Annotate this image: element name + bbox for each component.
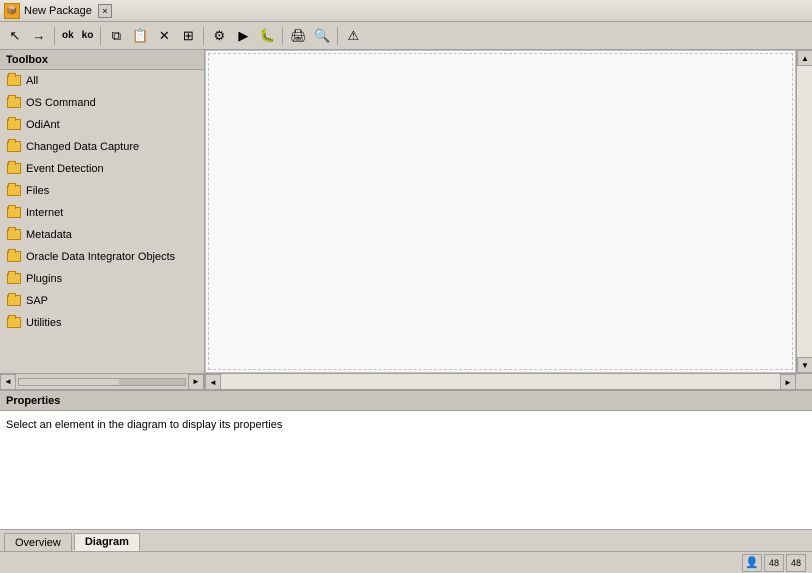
toolbox-panel: Toolbox All OS Command [0, 50, 205, 389]
toolbox-list: All OS Command OdiAnt [0, 70, 204, 373]
internet-folder-icon [6, 205, 22, 221]
toolbar-separator-1 [54, 27, 55, 45]
toolbox-item-oracle-label: Oracle Data Integrator Objects [26, 251, 175, 263]
toolbox-scroll-right[interactable]: ► [188, 374, 204, 390]
toolbar-separator-5 [337, 27, 338, 45]
toolbox-header: Toolbox [0, 50, 204, 70]
toolbox-scroll-left[interactable]: ◄ [0, 374, 16, 390]
toolbar-separator-2 [100, 27, 101, 45]
tab-overview[interactable]: Overview [4, 533, 72, 551]
run-button[interactable]: ▶ [232, 25, 254, 47]
status-icon-48b: 48 [786, 554, 806, 572]
vscroll-track [797, 66, 812, 357]
toolbox-item-odiant-label: OdiAnt [26, 119, 60, 131]
debug-button[interactable]: 🐛 [256, 25, 278, 47]
arrow-tool-button[interactable]: → [28, 25, 50, 47]
os-command-folder-icon [6, 95, 22, 111]
utilities-folder-icon [6, 315, 22, 331]
toolbox-item-sap[interactable]: SAP [0, 290, 204, 312]
files-folder-icon [6, 183, 22, 199]
toolbox-item-sap-label: SAP [26, 295, 48, 307]
toolbar-separator-4 [282, 27, 283, 45]
zoom-button[interactable]: 🔍 [311, 25, 333, 47]
vscroll-up-button[interactable]: ▲ [797, 50, 812, 66]
content-area: Toolbox All OS Command [0, 50, 812, 389]
odiant-folder-icon [6, 117, 22, 133]
toolbox-item-oracle-data-integrator-objects[interactable]: Oracle Data Integrator Objects [0, 246, 204, 268]
properties-content: Select an element in the diagram to disp… [0, 411, 812, 529]
toolbox-item-plugins[interactable]: Plugins [0, 268, 204, 290]
copy-button[interactable]: ⧉ [105, 25, 127, 47]
tab-overview-label: Overview [15, 537, 61, 549]
app-body: Toolbox All OS Command [0, 50, 812, 573]
scrollbar-corner [796, 374, 812, 389]
canvas-dashed-border [208, 53, 793, 370]
toolbox-item-files[interactable]: Files [0, 180, 204, 202]
cursor-tool-button[interactable]: ↖ [4, 25, 26, 47]
canvas-vscrollbar: ▲ ▼ [796, 50, 812, 373]
hscroll-track [221, 374, 780, 389]
ko-button[interactable]: ko [79, 25, 97, 47]
toolbox-hscrollbar: ◄ ► [0, 373, 204, 389]
status-right: 👤 48 48 [742, 554, 806, 572]
status-icon-user: 👤 [742, 554, 762, 572]
toolbox-item-files-label: Files [26, 185, 49, 197]
toolbox-item-utilities[interactable]: Utilities [0, 312, 204, 334]
toolbox-item-metadata-label: Metadata [26, 229, 72, 241]
toolbox-item-os-command-label: OS Command [26, 97, 96, 109]
toolbox-item-internet-label: Internet [26, 207, 63, 219]
bottom-tabs: Overview Diagram [0, 529, 812, 551]
toolbox-item-event-detection[interactable]: Event Detection [0, 158, 204, 180]
toolbox-item-odiant[interactable]: OdiAnt [0, 114, 204, 136]
toolbar-separator-3 [203, 27, 204, 45]
status-bar: 👤 48 48 [0, 551, 812, 573]
event-detection-folder-icon [6, 161, 22, 177]
toolbox-item-changed-data-capture-label: Changed Data Capture [26, 141, 139, 153]
title-bar: 📦 New Package × [0, 0, 812, 22]
delete-button[interactable]: ✕ [153, 25, 175, 47]
all-folder-icon [6, 73, 22, 89]
metadata-folder-icon [6, 227, 22, 243]
toolbox-item-metadata[interactable]: Metadata [0, 224, 204, 246]
hscroll-right-button[interactable]: ► [780, 374, 796, 389]
app-icon: 📦 [4, 3, 20, 19]
plugins-folder-icon [6, 271, 22, 287]
toolbox-item-all[interactable]: All [0, 70, 204, 92]
grid-button[interactable]: ⊞ [177, 25, 199, 47]
sap-folder-icon [6, 293, 22, 309]
tab-diagram-label: Diagram [85, 536, 129, 548]
canvas-wrapper: ▲ ▼ ◄ ► [205, 50, 812, 389]
toolbox-item-event-detection-label: Event Detection [26, 163, 104, 175]
paste-button[interactable]: 📋 [129, 25, 151, 47]
print-button[interactable]: 🖨 [287, 25, 309, 47]
toolbox-item-internet[interactable]: Internet [0, 202, 204, 224]
properties-panel: Properties Select an element in the diag… [0, 389, 812, 529]
settings-button[interactable]: ⚙ [208, 25, 230, 47]
title-bar-text: New Package [24, 5, 92, 17]
vscroll-down-button[interactable]: ▼ [797, 357, 812, 373]
ok-button[interactable]: ok [59, 25, 77, 47]
toolbox-scroll-thumb [18, 378, 186, 386]
warn-button[interactable]: ⚠ [342, 25, 364, 47]
canvas-row: ▲ ▼ [205, 50, 812, 373]
toolbox-item-utilities-label: Utilities [26, 317, 61, 329]
close-button[interactable]: × [98, 4, 112, 18]
toolbox-item-os-command[interactable]: OS Command [0, 92, 204, 114]
properties-message: Select an element in the diagram to disp… [6, 419, 282, 431]
canvas[interactable] [205, 50, 796, 373]
status-icon-48a: 48 [764, 554, 784, 572]
tab-diagram[interactable]: Diagram [74, 533, 140, 551]
toolbox-item-plugins-label: Plugins [26, 273, 62, 285]
oracle-folder-icon [6, 249, 22, 265]
toolbox-item-changed-data-capture[interactable]: Changed Data Capture [0, 136, 204, 158]
changed-data-capture-folder-icon [6, 139, 22, 155]
properties-header: Properties [0, 391, 812, 411]
canvas-hscrollbar: ◄ ► [205, 373, 812, 389]
toolbox-item-all-label: All [26, 75, 38, 87]
toolbar: ↖ → ok ko ⧉ 📋 ✕ ⊞ ⚙ ▶ 🐛 🖨 🔍 ⚠ [0, 22, 812, 50]
hscroll-left-button[interactable]: ◄ [205, 374, 221, 389]
